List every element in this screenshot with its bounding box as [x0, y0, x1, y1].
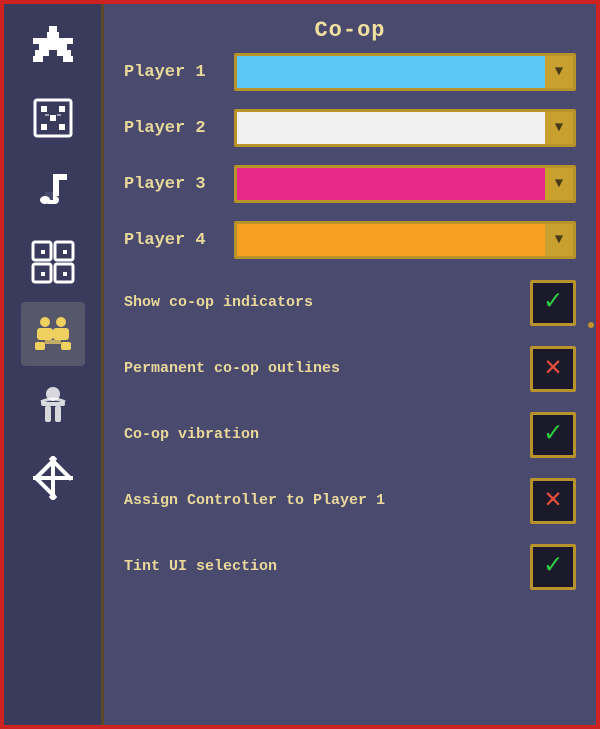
checkbox-inner-4: ✓ [535, 549, 571, 585]
dropdown-arrow-1: ▼ [545, 56, 573, 88]
player-color-dropdown-2[interactable]: ▼ [234, 109, 576, 147]
player-color-dropdown-3[interactable]: ▼ [234, 165, 576, 203]
player-rows: Player 1 ▼ Player 2 ▼ Player 3 ▼ Player … [124, 53, 576, 259]
player-color-fill-2 [237, 112, 545, 144]
player-color-dropdown-4[interactable]: ▼ [234, 221, 576, 259]
sidebar-item-mods[interactable] [21, 446, 85, 510]
checkbox-4[interactable]: ✓ [530, 544, 576, 590]
sidebar [4, 4, 104, 725]
dropdown-arrow-2: ▼ [545, 112, 573, 144]
check-mark-2: ✓ [545, 421, 562, 449]
checkbox-3[interactable]: ✕ [530, 478, 576, 524]
toggle-row-0: Show co-op indicators ✓ [124, 277, 576, 329]
check-mark-4: ✓ [545, 553, 562, 581]
player-row-2: Player 2 ▼ [124, 109, 576, 147]
player-color-fill-1 [237, 56, 545, 88]
dropdown-arrow-4: ▼ [545, 224, 573, 256]
player-color-fill-3 [237, 168, 545, 200]
toggle-row-4: Tint UI selection ✓ [124, 541, 576, 593]
sidebar-item-favorites[interactable] [21, 14, 85, 78]
main-content: Co-op Player 1 ▼ Player 2 ▼ Player 3 ▼ P… [104, 4, 596, 725]
toggle-rows: Show co-op indicators ✓ Permanent co-op … [124, 277, 576, 593]
toggle-label-4: Tint UI selection [124, 557, 530, 577]
sidebar-item-gameplay[interactable] [21, 230, 85, 294]
content-area[interactable]: Player 1 ▼ Player 2 ▼ Player 3 ▼ Player … [104, 53, 596, 725]
checkbox-0[interactable]: ✓ [530, 280, 576, 326]
player-row-1: Player 1 ▼ [124, 53, 576, 91]
checkbox-1[interactable]: ✕ [530, 346, 576, 392]
checkbox-inner-0: ✓ [535, 285, 571, 321]
player-label-4: Player 4 [124, 231, 234, 250]
checkbox-inner-1: ✕ [535, 351, 571, 387]
player-row-3: Player 3 ▼ [124, 165, 576, 203]
checkbox-inner-3: ✕ [535, 483, 571, 519]
check-mark-1: ✕ [545, 355, 562, 383]
toggle-row-3: Assign Controller to Player 1 ✕ [124, 475, 576, 527]
toggle-row-2: Co-op vibration ✓ [124, 409, 576, 461]
toggle-row-1: Permanent co-op outlines ✕ [124, 343, 576, 395]
sidebar-item-effects[interactable] [21, 86, 85, 150]
player-label-3: Player 3 [124, 175, 234, 194]
player-color-fill-4 [237, 224, 545, 256]
player-color-dropdown-1[interactable]: ▼ [234, 53, 576, 91]
app-window: Co-op Player 1 ▼ Player 2 ▼ Player 3 ▼ P… [0, 0, 600, 729]
check-mark-0: ✓ [545, 289, 562, 317]
checkbox-2[interactable]: ✓ [530, 412, 576, 458]
toggle-label-3: Assign Controller to Player 1 [124, 491, 530, 511]
toggle-label-0: Show co-op indicators [124, 293, 530, 313]
dropdown-arrow-3: ▼ [545, 168, 573, 200]
check-mark-3: ✕ [545, 487, 562, 515]
checkbox-inner-2: ✓ [535, 417, 571, 453]
sidebar-item-accessibility[interactable] [21, 374, 85, 438]
toggle-label-1: Permanent co-op outlines [124, 359, 530, 379]
player-row-4: Player 4 ▼ [124, 221, 576, 259]
sidebar-item-coop[interactable] [21, 302, 85, 366]
player-label-1: Player 1 [124, 63, 234, 82]
player-label-2: Player 2 [124, 119, 234, 138]
scrollbar-indicator [588, 322, 594, 328]
sidebar-item-music[interactable] [21, 158, 85, 222]
toggle-label-2: Co-op vibration [124, 425, 530, 445]
page-title: Co-op [104, 4, 596, 53]
